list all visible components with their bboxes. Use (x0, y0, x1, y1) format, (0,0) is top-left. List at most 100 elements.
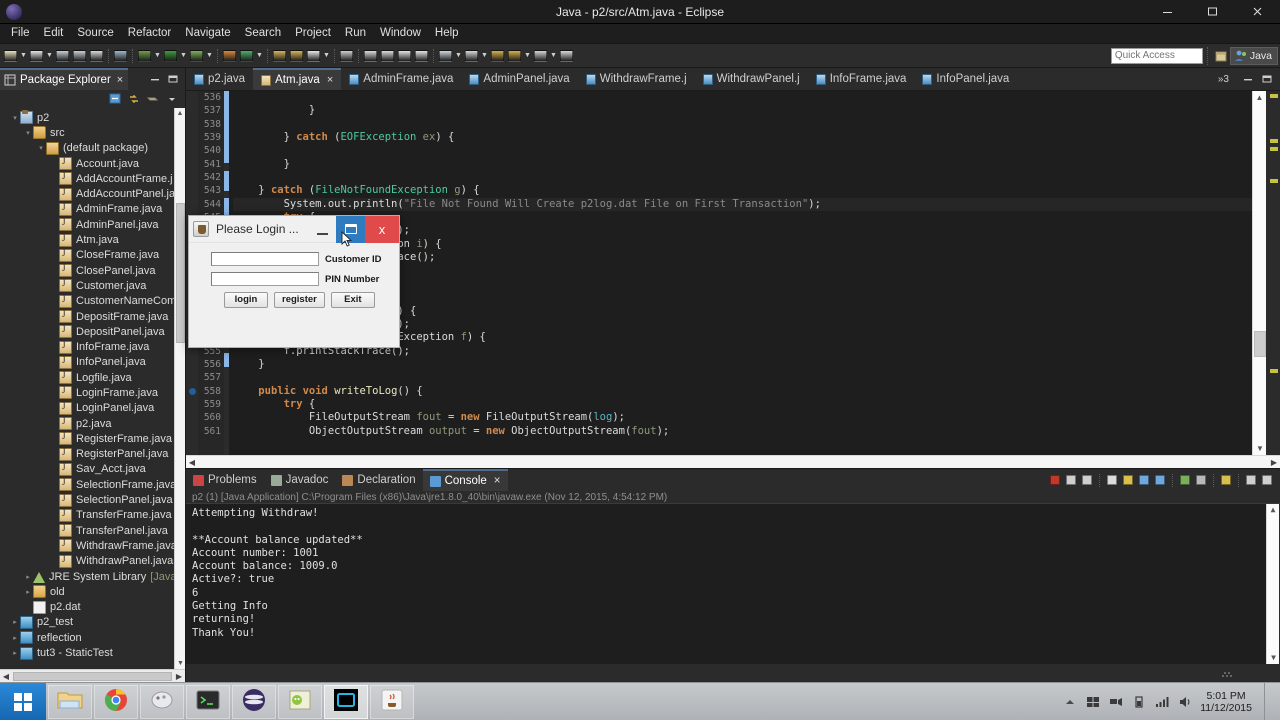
tree-item[interactable]: ▸ p2_test (0, 615, 185, 630)
tree-item[interactable]: RegisterPanel.java (0, 447, 185, 462)
editor-tab-withdrawpanel-j[interactable]: WithdrawPanel.j (695, 68, 808, 90)
previous-annotation-icon[interactable] (362, 47, 379, 65)
package-explorer-vscrollbar[interactable]: ▲ ▼ (174, 108, 185, 669)
tree-item[interactable]: AddAccountFrame.j (0, 171, 185, 186)
editor-vscrollbar[interactable]: ▲ ▼ (1252, 91, 1266, 455)
scroll-right-icon[interactable]: ▶ (1268, 458, 1280, 467)
tree-item[interactable]: Customer.java (0, 278, 185, 293)
tree-item[interactable]: LoginFrame.java (0, 385, 185, 400)
login-dialog-close-button[interactable]: x (365, 215, 399, 243)
scroll-down-icon[interactable]: ▼ (175, 658, 185, 669)
console-tab-console[interactable]: Console × (422, 469, 508, 491)
chevron-down-icon[interactable]: ▼ (255, 47, 264, 65)
tree-item[interactable]: ▾ src (0, 125, 185, 140)
menu-item-project[interactable]: Project (288, 24, 338, 43)
terminate-icon[interactable] (1048, 473, 1062, 488)
display-selected-console-icon[interactable] (1194, 473, 1208, 488)
chevron-right-icon[interactable]: ▸ (23, 588, 33, 596)
scroll-thumb[interactable] (176, 203, 185, 343)
tree-item[interactable]: p2.dat (0, 600, 185, 615)
perspective-java-button[interactable]: Java (1229, 46, 1278, 65)
scroll-down-icon[interactable]: ▼ (1267, 652, 1279, 664)
tree-item[interactable]: AddAccountPanel.ja (0, 186, 185, 201)
windows-security-icon[interactable] (1085, 694, 1100, 709)
editor-tab-infoframe-java[interactable]: InfoFrame.java (808, 68, 915, 90)
tree-item[interactable]: ▸ tut3 - StaticTest (0, 645, 185, 660)
taskbar-item-terminal-window[interactable] (324, 684, 368, 719)
show-desktop-button[interactable] (1264, 682, 1272, 720)
open-type-icon[interactable] (271, 47, 288, 65)
show-hidden-icons-icon[interactable] (1062, 694, 1077, 709)
menu-item-search[interactable]: Search (238, 24, 288, 43)
next-edit-icon[interactable] (463, 47, 480, 65)
pin-console-icon[interactable] (1178, 473, 1192, 488)
tree-item[interactable]: ▸ reflection (0, 630, 185, 645)
editor-tab-withdrawframe-j[interactable]: WithdrawFrame.j (578, 68, 695, 90)
scroll-right-icon[interactable]: ▶ (173, 672, 185, 681)
tree-item[interactable]: Logfile.java (0, 370, 185, 385)
maximize-icon[interactable] (1262, 74, 1272, 84)
chevron-down-icon[interactable]: ▼ (549, 47, 558, 65)
forward-back-icon[interactable] (506, 47, 523, 65)
chevron-right-icon[interactable]: ▸ (10, 649, 20, 657)
menu-item-edit[interactable]: Edit (37, 24, 71, 43)
close-icon[interactable]: × (117, 74, 123, 86)
new-wizard-icon[interactable] (2, 47, 19, 65)
chevron-down-icon[interactable]: ▾ (36, 144, 46, 152)
tree-item[interactable]: AdminPanel.java (0, 217, 185, 232)
tree-item[interactable]: InfoPanel.java (0, 355, 185, 370)
tree-item[interactable]: DepositFrame.java (0, 309, 185, 324)
editor-tab-p2-java[interactable]: p2.java (186, 68, 253, 90)
tree-item[interactable]: Atm.java (0, 232, 185, 247)
signal-icon[interactable] (1154, 694, 1169, 709)
menu-item-file[interactable]: File (4, 24, 37, 43)
console-tab-problems[interactable]: Problems (186, 469, 264, 491)
debug-icon[interactable] (136, 47, 153, 65)
scroll-left-icon[interactable]: ◀ (186, 458, 198, 467)
skip-breakpoints-icon[interactable] (112, 47, 129, 65)
new-java-project-icon[interactable] (28, 47, 45, 65)
chevron-down-icon[interactable]: ▼ (19, 47, 28, 65)
save-icon[interactable] (54, 47, 71, 65)
taskbar-item-command-prompt[interactable] (186, 684, 230, 719)
forward-icon[interactable] (532, 47, 549, 65)
tree-item[interactable]: ClosePanel.java (0, 263, 185, 278)
tree-item[interactable]: WithdrawFrame.java (0, 538, 185, 553)
open-task-icon[interactable] (288, 47, 305, 65)
chevron-down-icon[interactable]: ▾ (23, 129, 33, 137)
scroll-down-icon[interactable]: ▼ (1253, 442, 1267, 455)
back-icon[interactable] (489, 47, 506, 65)
tree-item[interactable]: TransferFrame.java (0, 508, 185, 523)
console-tab-declaration[interactable]: Declaration (335, 469, 422, 491)
tree-item[interactable]: Account.java (0, 156, 185, 171)
link-with-editor-icon[interactable] (127, 92, 141, 106)
console-vscrollbar[interactable]: ▲ ▼ (1266, 504, 1279, 664)
refresh-icon[interactable] (238, 47, 255, 65)
taskbar-item-paint[interactable] (140, 684, 184, 719)
maximize-icon[interactable] (168, 74, 178, 84)
run-external-tools-icon[interactable] (188, 47, 205, 65)
console-output[interactable]: ▲ ▼ Attempting Withdraw! **Account balan… (186, 504, 1280, 664)
chevron-down-icon[interactable]: ▼ (205, 47, 214, 65)
open-console-icon[interactable] (1219, 473, 1233, 488)
taskbar-item-file-explorer[interactable] (48, 684, 92, 719)
open-perspective-icon[interactable] (558, 47, 575, 65)
chevron-down-icon[interactable]: ▼ (480, 47, 489, 65)
quick-access-input[interactable] (1110, 47, 1203, 64)
menu-item-help[interactable]: Help (428, 24, 466, 43)
chevron-down-icon[interactable]: ▼ (454, 47, 463, 65)
tree-item[interactable]: ▸ old (0, 584, 185, 599)
taskbar-item-java-app[interactable] (370, 684, 414, 719)
taskbar-clock[interactable]: 5:01 PM 11/12/2015 (1200, 690, 1256, 714)
save-all-icon[interactable] (71, 47, 88, 65)
print-icon[interactable] (88, 47, 105, 65)
package-explorer-hscrollbar[interactable]: ◀ ▶ (0, 669, 185, 682)
taskbar-item-eclipse[interactable] (232, 684, 276, 719)
minimize-icon[interactable] (1244, 473, 1258, 488)
tree-item[interactable]: ▾ p2 (0, 110, 185, 125)
login-button[interactable]: login (224, 292, 268, 308)
maximize-icon[interactable] (1260, 473, 1274, 488)
editor-tab-adminframe-java[interactable]: AdminFrame.java (341, 68, 461, 90)
remove-launch-icon[interactable] (1064, 473, 1078, 488)
view-menu-icon[interactable] (146, 92, 160, 106)
